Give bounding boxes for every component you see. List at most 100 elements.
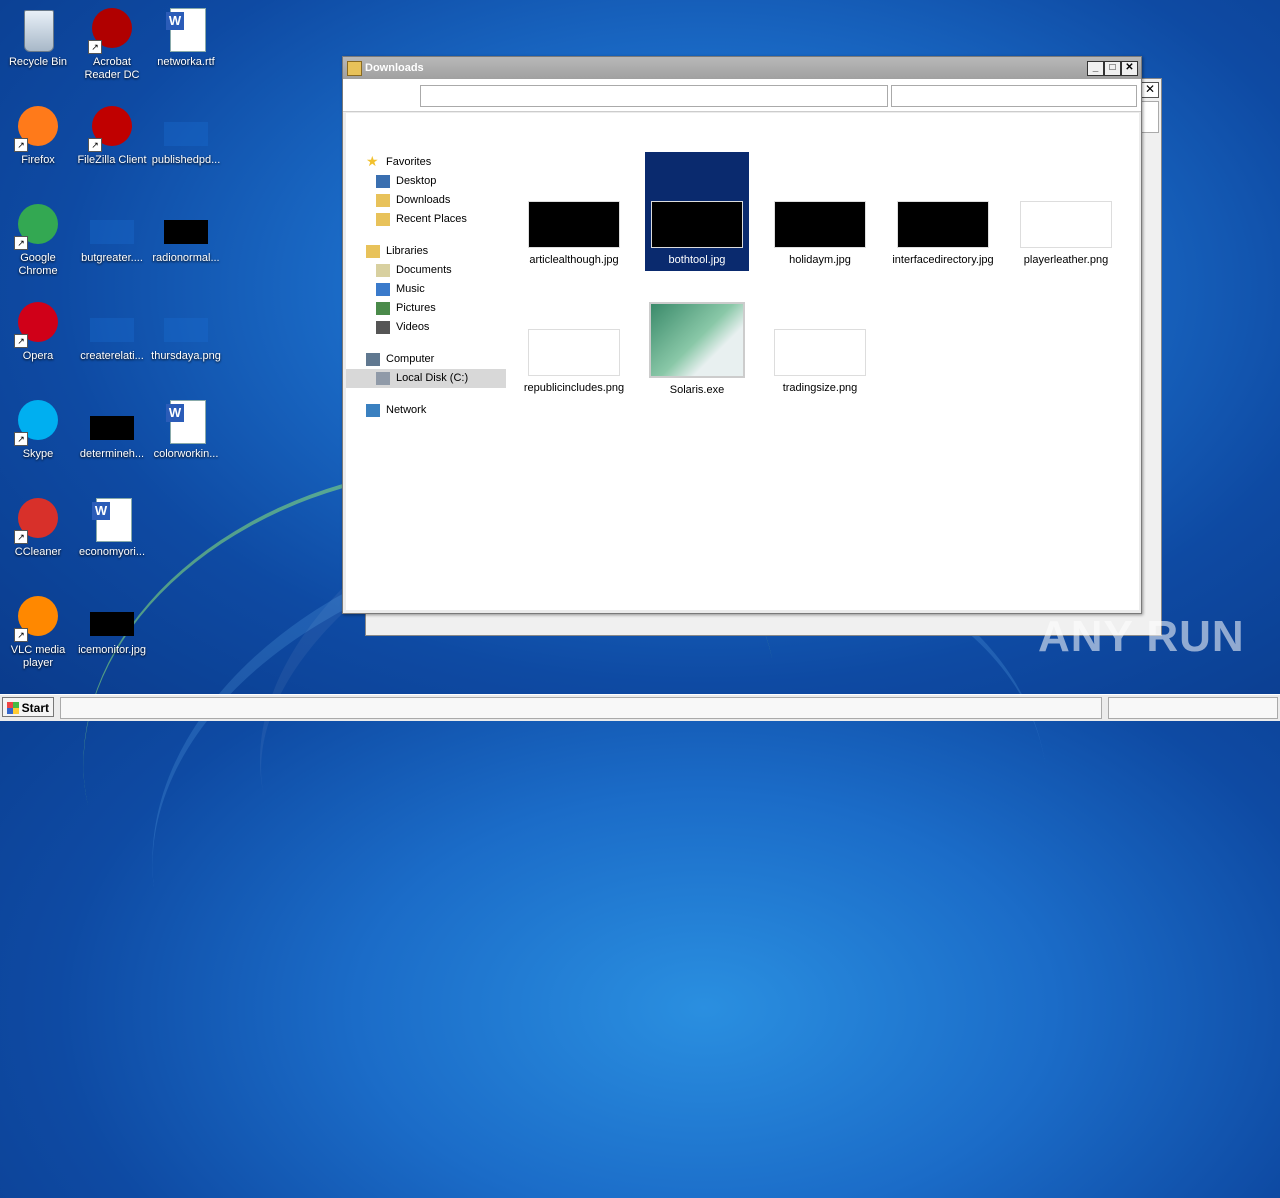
start-label: Start [21, 701, 49, 715]
word-doc-icon: W [88, 496, 136, 544]
videos-icon [376, 321, 390, 334]
desktop-icon[interactable]: ↗ Firefox [0, 104, 76, 167]
desktop-icon[interactable]: icemonitor.jpg [74, 594, 150, 657]
recycle-bin-icon [14, 6, 62, 54]
desktop-icon[interactable]: ↗ Google Chrome [0, 202, 76, 278]
ccleaner-icon: ↗ [14, 496, 62, 544]
navigation-pane: ★ Favorites Desktop Downloads Recent Places L… [346, 153, 506, 420]
desktop-icon-label: Google Chrome [18, 252, 58, 277]
desktop-icon-label: determineh... [79, 448, 145, 460]
nav-item-documents[interactable]: Documents [346, 261, 506, 280]
desktop-icon[interactable]: Wnetworka.rtf [148, 6, 224, 69]
desktop-icon[interactable]: createrelati... [74, 300, 150, 363]
desktop-icon-label: createrelati... [80, 350, 144, 362]
desktop-icon[interactable]: ↗ VLC media player [0, 594, 76, 670]
nav-item-pictures[interactable]: Pictures [346, 299, 506, 318]
task-strip[interactable] [60, 697, 1102, 719]
local-disk-icon [376, 372, 390, 385]
blank-file-icon [88, 300, 136, 348]
file-item[interactable]: holidaym.jpg [768, 152, 872, 267]
file-item[interactable]: bothtool.jpg [645, 152, 749, 271]
title-bar[interactable]: Downloads _ □ ✕ [343, 57, 1141, 79]
nav-item-computer[interactable]: Computer [346, 350, 506, 369]
close-icon[interactable]: ✕ [1141, 82, 1159, 98]
minimize-button[interactable]: _ [1087, 61, 1104, 76]
nav-item-recent-places[interactable]: Recent Places [346, 210, 506, 229]
nav-item-favorites[interactable]: ★ Favorites [346, 153, 506, 172]
nav-item-label: Videos [396, 321, 430, 333]
file-name: Solaris.exe [669, 384, 725, 396]
watermark: ANY RUN [1038, 612, 1245, 661]
desktop-icon[interactable]: ↗ Opera [0, 300, 76, 363]
desktop-icon[interactable]: ↗ FileZilla Client [74, 104, 150, 167]
desktop-icon [376, 175, 390, 188]
file-item[interactable]: interfacedirectory.jpg [891, 152, 995, 267]
desktop-icon[interactable]: ↗ CCleaner [0, 496, 76, 559]
address-bar[interactable] [420, 85, 888, 107]
close-button[interactable]: ✕ [1121, 61, 1138, 76]
desktop-icon-label: publishedpd... [151, 154, 221, 166]
file-item[interactable]: tradingsize.png [768, 280, 872, 395]
pictures-icon [376, 302, 390, 315]
word-doc-icon: W [162, 398, 210, 446]
desktop-icon[interactable]: Wcolorworkin... [148, 398, 224, 461]
opera-icon: ↗ [14, 300, 62, 348]
nav-item-videos[interactable]: Videos [346, 318, 506, 337]
nav-item-label: Network [386, 404, 427, 416]
desktop-icon[interactable]: Weconomyori... [74, 496, 150, 559]
nav-item-label: Downloads [396, 194, 451, 206]
taskbar: Start [0, 694, 1280, 721]
desktop-icon-label: economyori... [78, 546, 146, 558]
shortcut-arrow-icon: ↗ [14, 432, 28, 446]
word-doc-icon: W [162, 6, 210, 54]
image-file-icon [88, 398, 136, 446]
desktop-icon[interactable]: butgreater.... [74, 202, 150, 265]
nav-item-local-disk-c[interactable]: Local Disk (C:) [346, 369, 506, 388]
image-file-icon [88, 594, 136, 642]
desktop-icon-label: radionormal... [152, 252, 220, 264]
desktop-icon[interactable]: ↗ Skype [0, 398, 76, 461]
nav-item-libraries[interactable]: Libraries [346, 242, 506, 261]
explorer-window: Downloads _ □ ✕ ★ Favorites Desktop Downloa… [342, 56, 1142, 614]
scrollbar[interactable] [1141, 101, 1159, 133]
nav-item-label: Computer [386, 353, 435, 365]
nav-item-downloads[interactable]: Downloads [346, 191, 506, 210]
nav-item-label: Recent Places [396, 213, 467, 225]
file-name: articlealthough.jpg [529, 254, 619, 266]
shortcut-arrow-icon: ↗ [88, 138, 102, 152]
start-button[interactable]: Start [2, 697, 54, 717]
desktop-icon[interactable]: ↗ Acrobat Reader DC [74, 6, 150, 82]
desktop-icon-label: Opera [22, 350, 54, 362]
image-thumbnail [897, 201, 989, 248]
desktop-icon[interactable]: determineh... [74, 398, 150, 461]
search-input[interactable] [891, 85, 1137, 107]
file-name: tradingsize.png [782, 382, 858, 394]
image-thumbnail [774, 201, 866, 248]
file-item[interactable]: articlealthough.jpg [522, 152, 626, 267]
file-item[interactable]: republicincludes.png [522, 280, 626, 395]
desktop-icon[interactable]: thursdaya.png [148, 300, 224, 363]
nav-item-network[interactable]: Network [346, 401, 506, 420]
maximize-button[interactable]: □ [1104, 61, 1121, 76]
desktop-icon[interactable]: publishedpd... [148, 104, 224, 167]
desktop-icon-label: networka.rtf [157, 56, 215, 68]
nav-item-music[interactable]: Music [346, 280, 506, 299]
shortcut-arrow-icon: ↗ [14, 334, 28, 348]
file-item[interactable]: Solaris.exe [645, 280, 749, 397]
desktop-icon-label: VLC media player [10, 644, 66, 669]
nav-item-label: Documents [396, 264, 452, 276]
image-thumbnail [1020, 201, 1112, 248]
blank-file-icon [88, 202, 136, 250]
desktop-icon[interactable]: radionormal... [148, 202, 224, 265]
image-thumbnail [528, 201, 620, 248]
nav-gap [346, 337, 506, 350]
nav-item-desktop[interactable]: Desktop [346, 172, 506, 191]
file-name: holidaym.jpg [789, 254, 851, 266]
skype-icon: ↗ [14, 398, 62, 446]
file-name: republicincludes.png [523, 382, 625, 394]
file-item[interactable]: playerleather.png [1014, 152, 1118, 267]
shortcut-arrow-icon: ↗ [14, 236, 28, 250]
desktop-icon-label: Skype [22, 448, 54, 460]
desktop-icon-label: FileZilla Client [77, 154, 147, 166]
desktop-icon[interactable]: Recycle Bin [0, 6, 76, 69]
